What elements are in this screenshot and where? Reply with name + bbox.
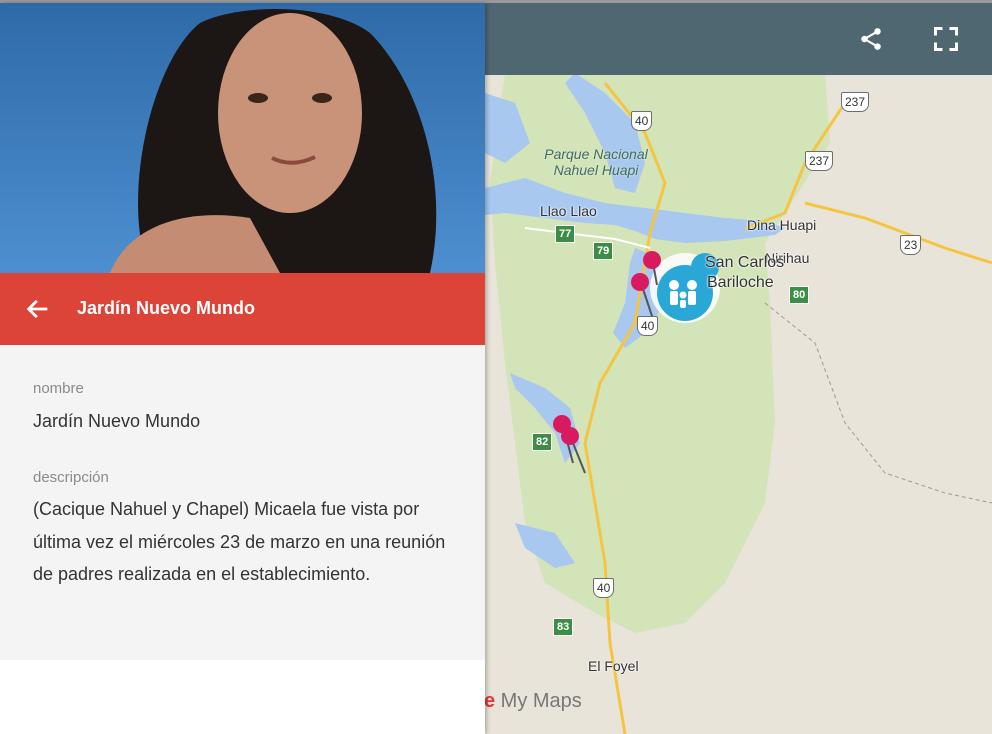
field-value-nombre: Jardín Nuevo Mundo xyxy=(33,411,201,431)
fullscreen-icon xyxy=(934,27,958,51)
road-23 xyxy=(804,201,992,265)
map-canvas[interactable]: Parque Nacional Nahuel Huapi Llao Llao D… xyxy=(485,3,992,734)
info-panel: Jardín Nuevo Mundo nombre Jardín Nuevo M… xyxy=(0,3,485,734)
route-shield-40: 40 xyxy=(593,578,615,598)
park-label: Parque Nacional Nahuel Huapi xyxy=(544,146,648,178)
route-shield-79: 79 xyxy=(593,242,614,260)
place-city-line2: Bariloche xyxy=(707,274,774,291)
place-llao-llao: Llao Llao xyxy=(540,203,597,219)
title-bar: Jardín Nuevo Mundo xyxy=(0,273,485,345)
share-icon xyxy=(861,28,881,50)
route-shield-237: 237 xyxy=(805,151,834,171)
route-shield-40: 40 xyxy=(631,111,653,131)
place-city-line1: San Carlos xyxy=(705,254,785,271)
route-shield-40: 40 xyxy=(637,316,659,336)
place-dina-huapi: Dina Huapi xyxy=(747,217,817,233)
place-el-foyel: El Foyel xyxy=(588,658,639,674)
province-border xyxy=(764,302,992,504)
back-button[interactable] xyxy=(24,295,52,323)
route-shield-80: 80 xyxy=(789,286,810,304)
share-button[interactable] xyxy=(857,25,885,53)
map-toolbar xyxy=(485,3,992,75)
route-shield-82: 82 xyxy=(532,433,553,451)
place-photo xyxy=(0,3,485,273)
route-shield-77: 77 xyxy=(555,225,576,243)
my-maps-logo: e My Maps xyxy=(484,690,582,712)
details-section: nombre Jardín Nuevo Mundo descripción (C… xyxy=(0,345,485,660)
route-shield-237: 237 xyxy=(841,92,870,112)
fullscreen-button[interactable] xyxy=(932,25,960,53)
panel-title: Jardín Nuevo Mundo xyxy=(77,298,256,318)
route-shield-23: 23 xyxy=(900,235,922,255)
arrow-back-icon xyxy=(26,299,48,319)
field-label-nombre: nombre xyxy=(33,380,84,397)
field-label-descripcion: descripción xyxy=(33,469,109,486)
field-value-descripcion: (Cacique Nahuel y Chapel) Micaela fue vi… xyxy=(33,499,446,584)
route-shield-83: 83 xyxy=(553,618,574,636)
